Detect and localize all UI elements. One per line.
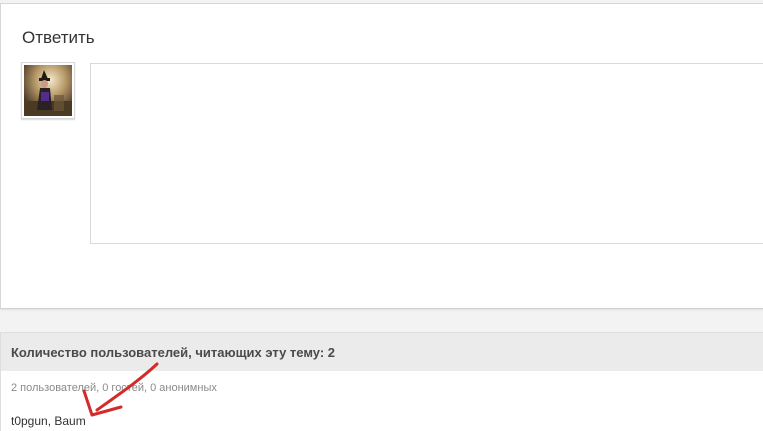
viewers-block: Количество пользователей, читающих эту т… [0, 332, 763, 431]
viewers-title: Количество пользователей, читающих эту т… [11, 345, 336, 360]
viewer-link-t0pgun[interactable]: t0pgun [11, 414, 48, 428]
reply-textarea[interactable] [90, 63, 763, 244]
viewers-stats: 2 пользователей, 0 гостей, 0 анонимных [11, 382, 217, 394]
viewers-header: Количество пользователей, читающих эту т… [1, 333, 763, 371]
viewers-names: t0pgun, Baum [11, 414, 86, 428]
viewer-link-baum[interactable]: Baum [54, 414, 85, 428]
reply-panel: Ответить [0, 3, 763, 309]
user-avatar[interactable] [21, 62, 75, 119]
avatar-image-icon [24, 65, 72, 116]
reply-title: Ответить [22, 28, 95, 47]
